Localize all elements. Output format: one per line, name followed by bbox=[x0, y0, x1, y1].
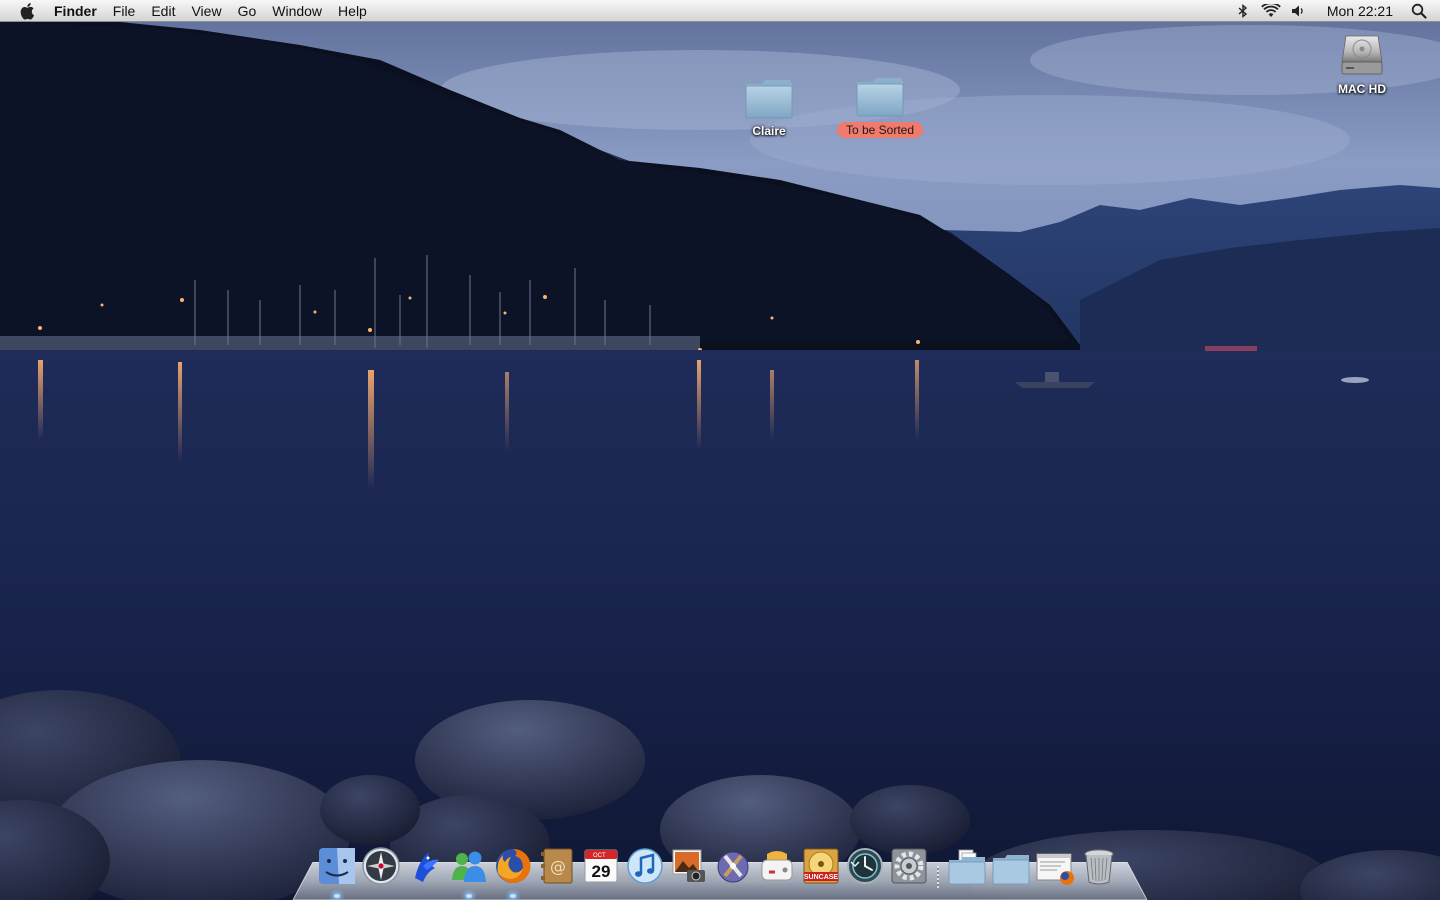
menu-file[interactable]: File bbox=[105, 0, 144, 22]
dock: @ OCT 29 SUNCASE bbox=[315, 842, 1121, 898]
menu-bar: Finder File Edit View Go Window Help Mon… bbox=[0, 0, 1440, 22]
dock-system-preferences[interactable] bbox=[887, 844, 931, 888]
dock-toast[interactable] bbox=[755, 844, 799, 888]
svg-text:@: @ bbox=[550, 857, 566, 876]
documents-folder-icon bbox=[948, 849, 986, 885]
dock-ical[interactable]: OCT 29 bbox=[579, 844, 623, 888]
window-firefox-icon bbox=[1036, 853, 1074, 885]
menu-app-finder[interactable]: Finder bbox=[52, 0, 105, 22]
suncase-label: SUNCASE bbox=[804, 874, 839, 881]
time-machine-icon bbox=[847, 848, 883, 884]
menu-view[interactable]: View bbox=[183, 0, 229, 22]
blue-bird-icon bbox=[415, 852, 439, 882]
disc-icon: SUNCASE bbox=[803, 848, 839, 884]
dock-suncase[interactable]: SUNCASE bbox=[799, 844, 843, 888]
dock-documents-stack[interactable] bbox=[945, 844, 989, 888]
menu-clock[interactable]: Mon 22:21 bbox=[1313, 0, 1405, 22]
finder-icon bbox=[319, 848, 355, 884]
running-indicator bbox=[510, 894, 516, 898]
desktop-folder-to-be-sorted[interactable]: To be Sorted bbox=[825, 76, 935, 138]
dock-downloads-stack[interactable] bbox=[989, 844, 1033, 888]
dock-firefox[interactable] bbox=[491, 844, 535, 898]
bluetooth-icon[interactable] bbox=[1232, 0, 1254, 22]
calendar-icon: OCT 29 bbox=[584, 849, 618, 883]
hard-drive-icon bbox=[1341, 35, 1383, 75]
dock-trash[interactable] bbox=[1077, 844, 1121, 888]
trash-icon bbox=[1084, 849, 1114, 885]
firefox-icon bbox=[496, 848, 531, 883]
menu-go[interactable]: Go bbox=[230, 0, 265, 22]
menu-extras: Mon 22:21 bbox=[1229, 0, 1440, 22]
dock-time-machine[interactable] bbox=[843, 844, 887, 888]
photo-camera-icon bbox=[672, 849, 705, 882]
menu-edit[interactable]: Edit bbox=[143, 0, 183, 22]
dock-iwork[interactable] bbox=[711, 844, 755, 888]
desktop-icon-label: Claire bbox=[752, 124, 786, 138]
volume-icon[interactable] bbox=[1288, 0, 1310, 22]
apple-menu-icon[interactable] bbox=[18, 1, 38, 21]
dock-safari[interactable] bbox=[359, 844, 403, 888]
gear-icon bbox=[891, 848, 927, 884]
folder-icon bbox=[856, 78, 904, 117]
dock-finder[interactable] bbox=[315, 844, 359, 898]
dock-itunes[interactable] bbox=[623, 844, 667, 888]
calendar-day: 29 bbox=[592, 862, 611, 881]
folder-icon bbox=[745, 80, 793, 119]
menu-window[interactable]: Window bbox=[264, 0, 330, 22]
running-indicator bbox=[466, 894, 472, 898]
dock-address-book[interactable]: @ bbox=[535, 844, 579, 888]
dock-iphoto[interactable] bbox=[667, 844, 711, 888]
dock-colloquy[interactable] bbox=[403, 844, 447, 888]
spotlight-icon[interactable] bbox=[1408, 0, 1430, 22]
calendar-month: OCT bbox=[593, 853, 606, 859]
tools-icon bbox=[717, 851, 749, 883]
compass-icon bbox=[362, 847, 400, 885]
address-book-icon: @ bbox=[541, 848, 573, 884]
wifi-icon[interactable] bbox=[1260, 0, 1282, 22]
dock-separator[interactable] bbox=[931, 844, 945, 890]
running-indicator bbox=[334, 894, 340, 898]
desktop-volume-mac-hd[interactable]: MAC HD bbox=[1307, 32, 1417, 96]
messenger-people-icon bbox=[452, 851, 486, 882]
desktop-icon-label: To be Sorted bbox=[836, 122, 924, 138]
folder-icon bbox=[992, 855, 1030, 885]
desktop[interactable]: Finder File Edit View Go Window Help Mon… bbox=[0, 0, 1440, 900]
desktop-folder-claire[interactable]: Claire bbox=[714, 78, 824, 138]
menu-help[interactable]: Help bbox=[330, 0, 375, 22]
dock-firefox-downloads[interactable] bbox=[1033, 844, 1077, 888]
desktop-icon-label: MAC HD bbox=[1338, 82, 1386, 96]
toaster-icon bbox=[761, 851, 793, 881]
dock-messenger[interactable] bbox=[447, 844, 491, 898]
music-note-icon bbox=[627, 848, 663, 884]
